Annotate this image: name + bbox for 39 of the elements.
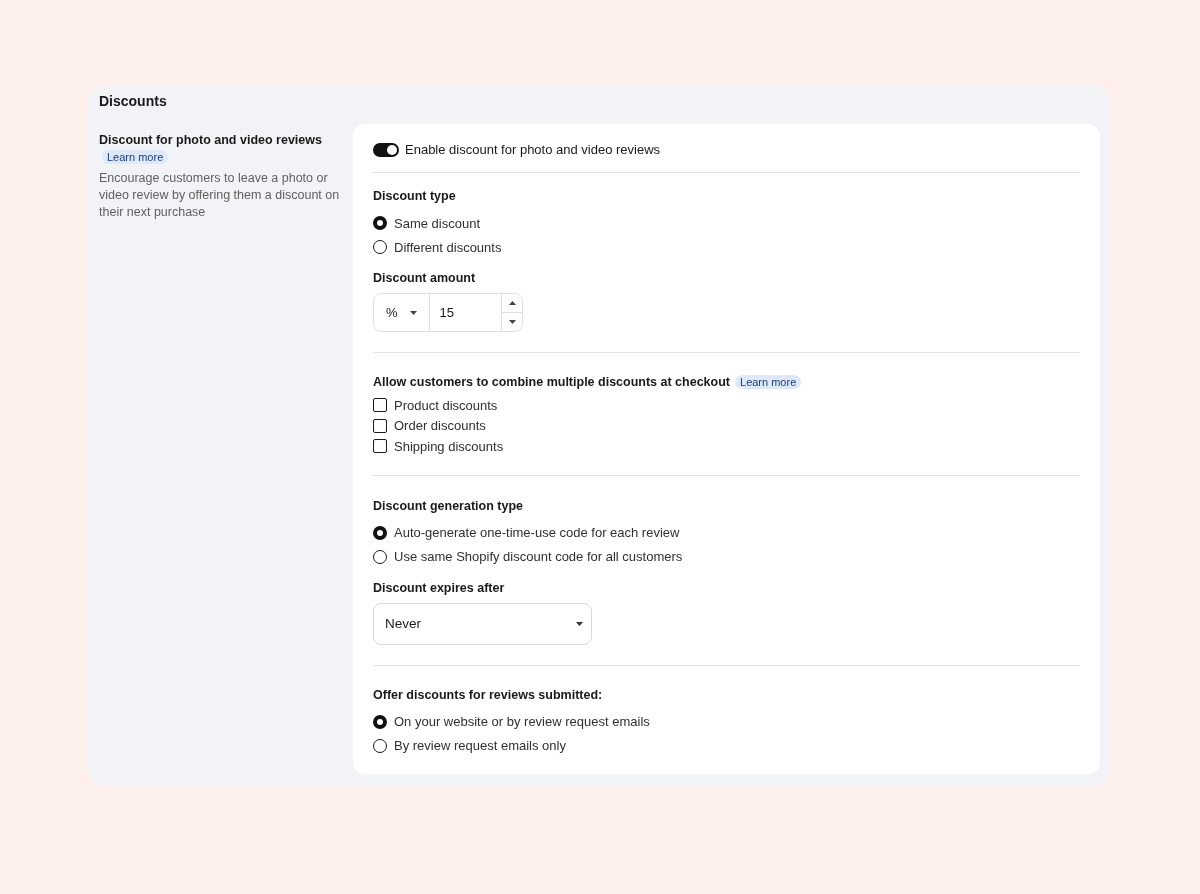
increment-icon[interactable] <box>508 301 516 305</box>
setting-description: Encourage customers to leave a photo or video review by offering them a discount on their next purchase <box>99 170 341 221</box>
discount-amount-field[interactable]: % 15 <box>373 293 523 332</box>
radio-button[interactable] <box>373 549 387 564</box>
checkbox[interactable] <box>373 398 387 413</box>
radio-label: By review request emails only <box>394 738 566 753</box>
field-label: Discount expires after <box>373 579 506 597</box>
field-label: Discount type <box>373 188 457 205</box>
radio-button[interactable] <box>373 216 387 230</box>
field-label: Discount amount <box>373 270 477 287</box>
checkbox-label: Product discounts <box>394 397 498 413</box>
setting-title: Discount for photo and video reviews Learn more <box>99 132 323 166</box>
checkbox-label: Shipping discounts <box>394 438 504 454</box>
expiry-dropdown[interactable]: Never <box>373 602 592 645</box>
amount-value: 15 <box>439 305 455 320</box>
unit-dropdown-value[interactable]: % <box>386 305 398 320</box>
learn-more-link[interactable]: Learn more <box>102 150 169 164</box>
radio-label: On your website or by review request emails <box>394 714 650 729</box>
checkbox[interactable] <box>373 439 387 454</box>
field-label: Offer discounts for reviews submitted: <box>373 686 604 704</box>
radio-button[interactable] <box>373 525 387 540</box>
decrement-icon[interactable] <box>508 320 516 324</box>
radio-label: Auto-generate one-time-use code for each review <box>394 525 680 540</box>
radio-label: Use same Shopify discount code for all customers <box>394 549 683 564</box>
learn-more-link[interactable]: Learn more <box>735 375 802 389</box>
caret-icon <box>576 621 583 626</box>
section-title: Discounts <box>99 93 168 109</box>
caret-icon <box>409 310 417 315</box>
radio-button[interactable] <box>373 240 387 254</box>
radio-label: Same discount <box>394 215 480 231</box>
field-label: Allow customers to combine multiple discounts at checkout <box>373 374 730 391</box>
toggle-label: Enable discount for photo and video reviews <box>405 142 661 157</box>
field-label: Discount generation type <box>373 497 525 515</box>
radio-button[interactable] <box>373 738 387 753</box>
toggle-switch[interactable] <box>373 142 399 157</box>
checkbox[interactable] <box>373 418 387 433</box>
radio-label: Different discounts <box>394 239 502 255</box>
radio-button[interactable] <box>373 714 387 729</box>
checkbox-label: Order discounts <box>394 418 486 434</box>
